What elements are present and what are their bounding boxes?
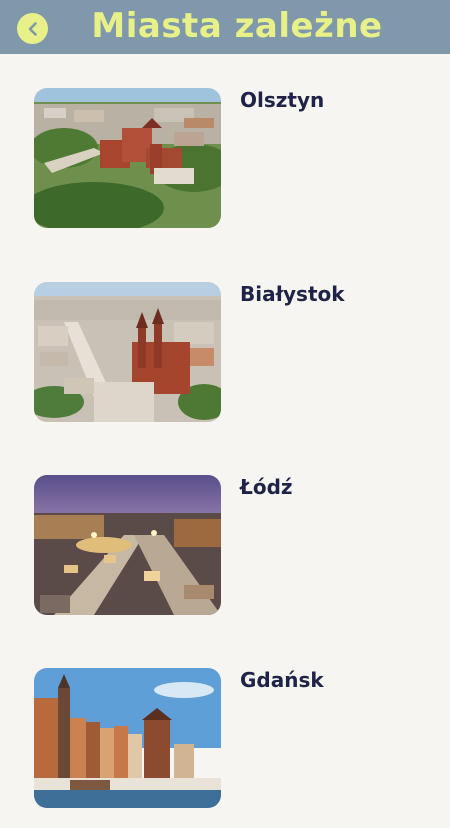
city-list: Olsztyn Białystok Łódź Gdańsk: [0, 54, 450, 808]
city-image-lodz[interactable]: [34, 475, 221, 615]
city-name[interactable]: Białystok: [240, 280, 345, 308]
city-name[interactable]: Olsztyn: [240, 86, 324, 114]
city-image-olsztyn[interactable]: [34, 88, 221, 228]
city-image-bialystok[interactable]: [34, 282, 221, 422]
city-name[interactable]: Gdańsk: [240, 666, 324, 694]
city-item-olsztyn[interactable]: Olsztyn: [0, 88, 450, 248]
top-app-bar: Miasta zależne: [0, 0, 450, 54]
city-item-gdansk[interactable]: Gdańsk: [0, 668, 450, 828]
city-name[interactable]: Łódź: [240, 473, 293, 501]
page-title: Miasta zależne: [91, 6, 383, 46]
city-item-lodz[interactable]: Łódź: [0, 475, 450, 635]
city-item-bialystok[interactable]: Białystok: [0, 282, 450, 442]
city-image-gdansk[interactable]: [34, 668, 221, 808]
